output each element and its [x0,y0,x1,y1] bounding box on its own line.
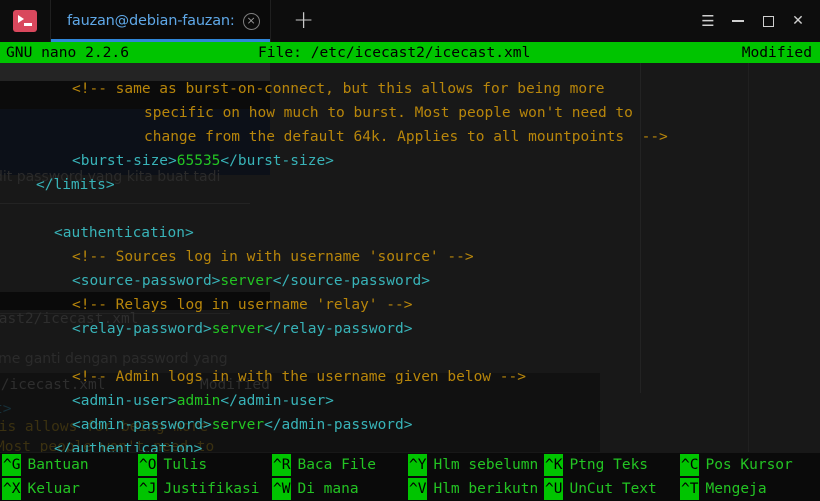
help-shortcut[interactable]: ^C Pos Kursor [680,453,793,477]
code-line: <burst-size>65535</burst-size> [72,149,334,173]
code-line: specific on how much to burst. Most peop… [144,101,633,125]
help-shortcut-key: ^K [544,454,564,476]
help-shortcut-label: Hlm sebelumn [433,457,539,473]
help-shortcut[interactable]: ^T Mengeja [680,477,767,501]
code-line: <!-- Admin logs in with the username giv… [72,365,526,389]
help-shortcut-key: ^G [2,454,22,476]
code-token-tag: </admin-password> [264,417,413,433]
code-line: <source-password>server</source-password… [72,269,430,293]
help-shortcut[interactable]: ^Y Hlm sebelumn [408,453,538,477]
help-shortcut[interactable]: ^V Hlm berikutn [408,477,538,501]
nano-header-bar: GNU nano 2.2.6 File: /etc/icecast2/iceca… [0,42,820,63]
code-line: <relay-password>server</relay-password> [72,317,412,341]
nano-modified-status: Modified [741,44,812,61]
help-shortcut[interactable]: ^G Bantuan [2,453,89,477]
terminal-icon [13,10,37,32]
close-tab-icon[interactable]: × [242,12,260,30]
app-icon-cell [0,0,50,42]
help-shortcut-key: ^R [272,454,292,476]
window-titlebar: fauzan@debian-fauzan: × + ☰ ✕ [0,0,820,42]
code-token-tag: <authentication> [54,225,194,241]
nano-editor-content[interactable]: <!-- same as burst-on-connect, but this … [0,63,820,452]
code-token-tag: <source-password> [72,273,221,289]
terminal-tab[interactable]: fauzan@debian-fauzan: × [50,0,271,42]
code-token-tag: <burst-size> [72,153,177,169]
code-token-cmt: <!-- Relays log in username 'relay' --> [72,297,413,313]
close-window-icon[interactable]: ✕ [784,4,812,38]
help-shortcut-label: Keluar [27,481,80,497]
help-shortcut-label: Tulis [163,457,208,473]
help-row-first: ^G Bantuan ^O Tulis ^R Baca File ^Y Hlm sebelum… [0,453,820,477]
code-token-tag: </relay-password> [264,321,413,337]
code-token-val: server [220,273,273,289]
help-shortcut-label: Pos Kursor [705,457,793,473]
code-token-cmt: <!-- Admin logs in with the username giv… [72,369,526,385]
code-line: </authentication> [54,437,202,452]
code-token-val: 65535 [176,153,221,169]
code-token-tag: <admin-user> [72,393,177,409]
help-shortcut-key: ^W [272,478,292,500]
help-shortcut-key: ^Y [408,454,428,476]
help-shortcut[interactable]: ^K Ptng Teks [544,453,648,477]
code-token-tag: </authentication> [54,441,203,452]
help-shortcut-key: ^V [408,478,428,500]
code-line: <authentication> [54,221,194,245]
nano-filename: File: /etc/icecast2/icecast.xml [258,44,531,61]
code-token-tag: </limits> [36,177,115,193]
code-line: <admin-password>server</admin-password> [72,413,412,437]
help-shortcut-key: ^C [680,454,700,476]
help-shortcut-label: Mengeja [705,481,767,497]
help-shortcut-label: Hlm berikutn [433,481,539,497]
minimize-icon[interactable] [724,4,752,38]
code-token-tag: <admin-password> [72,417,212,433]
code-token-cmt: change from the default 64k. Applies to … [144,129,668,145]
help-shortcut[interactable]: ^O Tulis [138,453,207,477]
help-row-second: ^X Keluar ^J Justifikasi ^W Di mana ^V Hlm beri… [0,477,820,501]
nano-help-bar: ^G Bantuan ^O Tulis ^R Baca File ^Y Hlm sebelum… [0,453,820,501]
maximize-icon[interactable] [754,4,782,38]
nano-version: GNU nano 2.2.6 [6,44,130,61]
code-line: change from the default 64k. Applies to … [144,125,668,149]
help-shortcut-key: ^O [138,454,158,476]
help-shortcut-key: ^T [680,478,700,500]
help-shortcut-key: ^J [138,478,158,500]
code-token-tag: <relay-password> [72,321,212,337]
help-shortcut[interactable]: ^U UnCut Text [544,477,657,501]
help-shortcut-key: ^X [2,478,22,500]
tab-title: fauzan@debian-fauzan: [67,13,235,29]
help-shortcut[interactable]: ^J Justifikasi [138,477,260,501]
help-shortcut-label: Ptng Teks [569,457,649,473]
help-shortcut-label: UnCut Text [569,481,657,497]
code-line: <admin-user>admin</admin-user> [72,389,334,413]
code-line: </limits> [36,173,115,197]
code-token-cmt: specific on how much to burst. Most peop… [144,105,633,121]
window-controls: ☰ ✕ [694,0,820,42]
code-line: <!-- Sources log in with username 'sourc… [72,245,474,269]
code-token-tag: </admin-user> [220,393,334,409]
code-line: <!-- same as burst-on-connect, but this … [72,77,605,101]
help-shortcut-label: Di mana [297,481,359,497]
new-tab-button[interactable]: + [271,0,337,42]
help-shortcut[interactable]: ^X Keluar [2,477,80,501]
code-token-cmt: <!-- Sources log in with username 'sourc… [72,249,474,265]
hamburger-menu-icon[interactable]: ☰ [694,4,722,38]
help-shortcut[interactable]: ^W Di mana [272,477,359,501]
help-shortcut-label: Baca File [297,457,377,473]
code-token-tag: </source-password> [272,273,430,289]
code-line: <!-- Relays log in username 'relay' --> [72,293,412,317]
terminal-window: fauzan@debian-fauzan: × + ☰ ✕ GNU nano 2… [0,0,820,501]
help-shortcut-key: ^U [544,478,564,500]
code-token-val: admin [176,393,221,409]
code-token-val: server [211,321,265,337]
titlebar-spacer [337,0,694,42]
help-shortcut[interactable]: ^R Baca File [272,453,376,477]
code-token-cmt: <!-- same as burst-on-connect, but this … [72,81,605,97]
help-shortcut-label: Bantuan [27,457,89,473]
code-token-tag: </burst-size> [220,153,334,169]
code-token-val: server [211,417,265,433]
help-shortcut-label: Justifikasi [163,481,260,497]
